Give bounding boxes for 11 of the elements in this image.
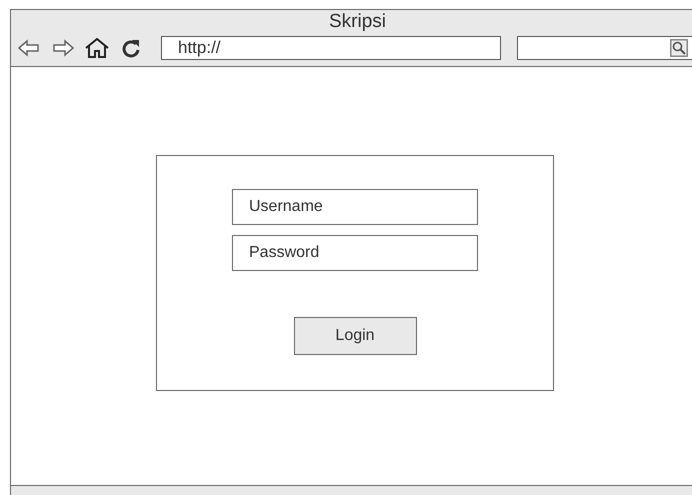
search-icon[interactable] xyxy=(670,39,688,57)
login-button[interactable]: Login xyxy=(294,317,416,355)
address-field[interactable]: http:// xyxy=(161,36,501,60)
back-arrow-icon[interactable] xyxy=(18,39,40,57)
reload-icon[interactable] xyxy=(121,38,141,58)
forward-arrow-icon[interactable] xyxy=(52,39,74,57)
window-title: Skripsi xyxy=(328,10,386,34)
text-field[interactable]: Password xyxy=(232,235,478,271)
home-icon[interactable] xyxy=(85,38,109,58)
text-field[interactable]: Username xyxy=(232,189,478,225)
search-field[interactable] xyxy=(517,36,692,60)
